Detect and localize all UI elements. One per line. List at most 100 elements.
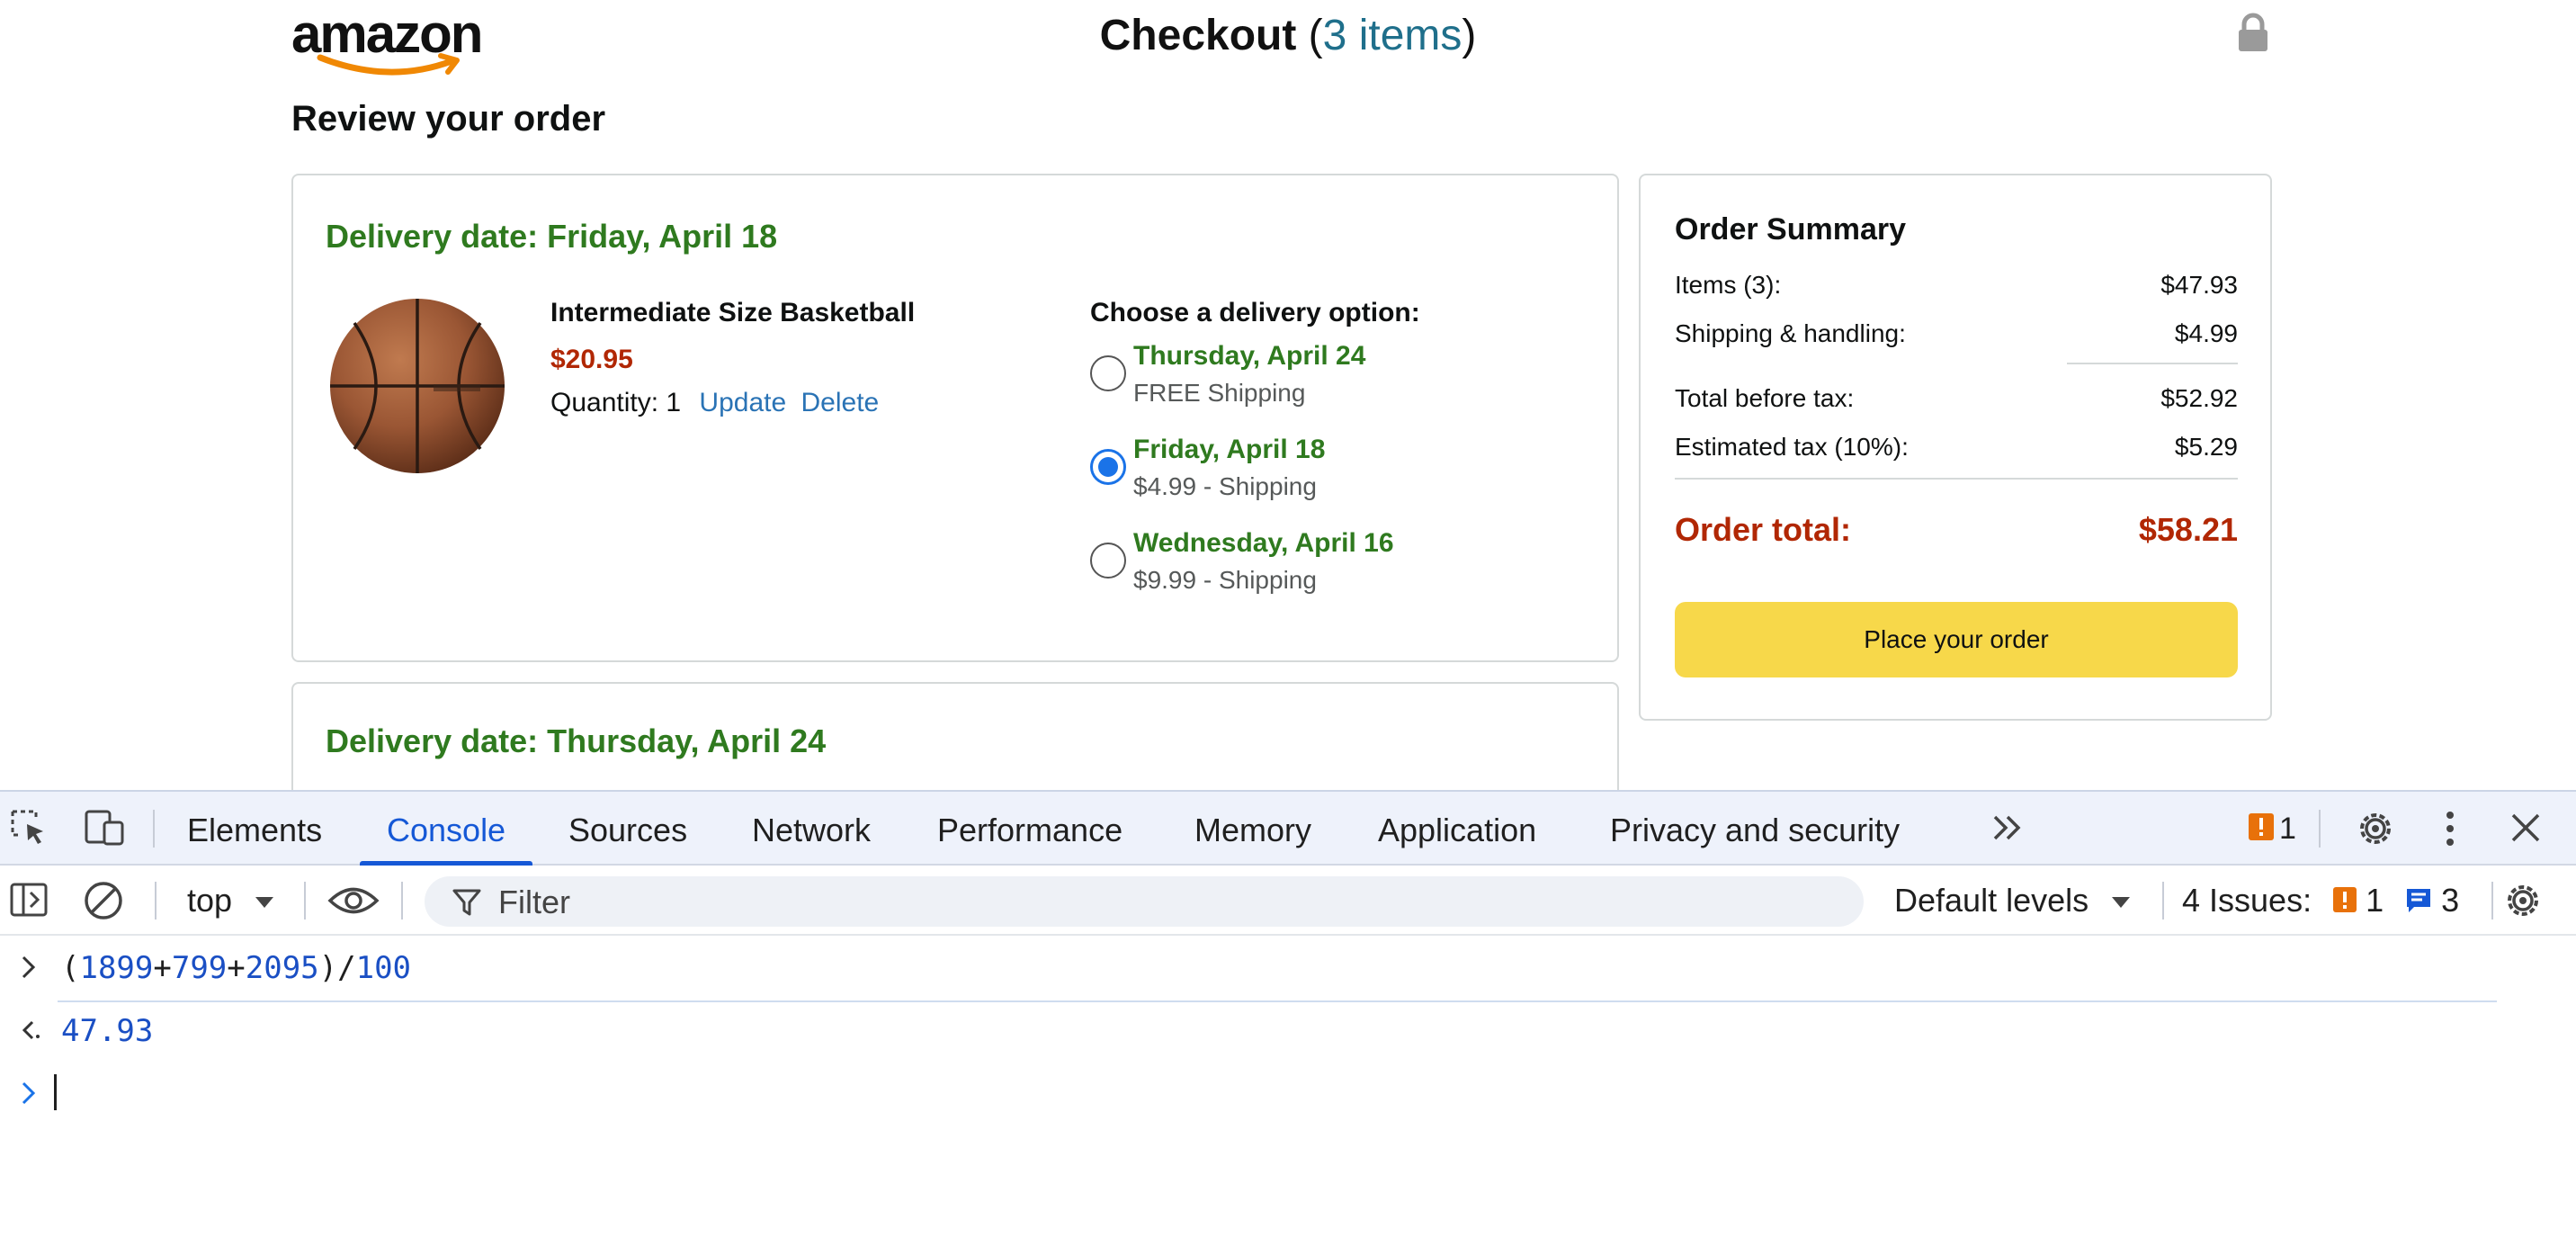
log-levels-dropdown[interactable]: Default levels xyxy=(1894,880,2132,921)
summary-shipping-label: Shipping & handling: xyxy=(1675,319,1906,347)
order-summary: Order Summary Items (3): $47.93 Shipping… xyxy=(1639,174,2272,721)
order-total-value: $58.21 xyxy=(2138,511,2238,548)
text-cursor xyxy=(54,1074,57,1110)
product-name: Intermediate Size Basketball xyxy=(550,298,916,327)
delivery-date-heading: Delivery date: Friday, April 18 xyxy=(326,218,778,255)
delivery-option-shipping: $9.99 - Shipping xyxy=(1133,566,1317,594)
console-filter-input[interactable]: Filter xyxy=(425,876,1864,927)
delivery-option-radio-selected[interactable] xyxy=(1090,449,1126,485)
tab-memory[interactable]: Memory xyxy=(1194,792,1311,866)
tab-network[interactable]: Network xyxy=(752,792,871,866)
checkout-page: amazon Checkout (3 items) Review your or… xyxy=(0,0,2576,790)
prompt-chevron-icon xyxy=(22,1081,36,1105)
delivery-option-radio[interactable] xyxy=(1090,355,1126,391)
checkout-title-close-paren: ) xyxy=(1462,12,1477,59)
delivery-option[interactable]: Thursday, April 24 FREE Shipping xyxy=(1090,337,1594,431)
checkout-title-open-paren: ( xyxy=(1308,12,1323,59)
delivery-date-heading: Delivery date: Thursday, April 24 xyxy=(326,722,827,759)
summary-before-tax-row: Total before tax: $52.92 xyxy=(1675,381,2238,417)
product-price: $20.95 xyxy=(550,345,633,374)
tab-privacy-security[interactable]: Privacy and security xyxy=(1610,792,1900,866)
toolbar-separator xyxy=(2491,882,2493,920)
filter-funnel-icon xyxy=(452,889,481,916)
delivery-options-title: Choose a delivery option: xyxy=(1090,298,1420,327)
checkout-title-prefix: Checkout xyxy=(1099,12,1309,59)
console-output-area[interactable]: (1899+799+2095)/100 47.93 xyxy=(0,936,2576,1247)
items-count-link[interactable]: 3 items xyxy=(1323,12,1462,59)
expr-token: 799 xyxy=(171,950,228,986)
expr-token: 1899 xyxy=(79,950,154,986)
console-toolbar: top Filter Default levels 4 Issues: 1 3 xyxy=(0,866,2576,936)
quantity-label: Quantity: 1 xyxy=(550,388,682,417)
summary-shipping-value: $4.99 xyxy=(2174,319,2238,347)
input-chevron-icon xyxy=(22,955,36,979)
tabbar-separator xyxy=(153,810,155,848)
order-total-row: Order total: $58.21 xyxy=(1675,508,2238,552)
shipment-card: Delivery date: Thursday, April 24 xyxy=(291,682,1619,790)
more-tabs-chevron-icon[interactable] xyxy=(1990,812,2026,844)
delivery-option-shipping: $4.99 - Shipping xyxy=(1133,472,1317,500)
expr-token: )/ xyxy=(318,950,356,986)
issues-label: 4 Issues: xyxy=(2182,882,2312,919)
summary-divider xyxy=(1675,478,2238,480)
update-quantity-link[interactable]: Update xyxy=(699,388,786,417)
delivery-option-radio[interactable] xyxy=(1090,543,1126,579)
delivery-option[interactable]: Friday, April 18 $4.99 - Shipping xyxy=(1090,431,1594,525)
expr-token: 2095 xyxy=(245,950,319,986)
expr-token: 100 xyxy=(355,950,412,986)
basketball-product-image[interactable] xyxy=(327,296,507,476)
toolbar-separator xyxy=(2162,882,2164,920)
error-count: 1 xyxy=(2279,812,2296,846)
close-devtools-icon[interactable] xyxy=(2509,812,2542,844)
tabbar-separator xyxy=(2319,810,2321,848)
console-prompt-line[interactable] xyxy=(0,1062,2576,1125)
tab-sources[interactable]: Sources xyxy=(568,792,687,866)
console-expression: (1899+799+2095)/100 xyxy=(61,948,411,988)
delivery-options: Choose a delivery option: Thursday, Apri… xyxy=(1090,294,1594,618)
log-levels-value: Default levels xyxy=(1894,882,2089,919)
review-order-heading: Review your order xyxy=(291,99,606,139)
issue-error-icon xyxy=(2333,887,2357,912)
place-order-button[interactable]: Place your order xyxy=(1675,602,2238,677)
console-output-line: 47.93 xyxy=(0,999,2576,1062)
error-icon xyxy=(2249,813,2274,840)
devtools-tabbar: Elements Console Sources Network Perform… xyxy=(0,792,2576,866)
summary-items-row: Items (3): $47.93 xyxy=(1675,267,2238,303)
delivery-option-shipping: FREE Shipping xyxy=(1133,379,1306,407)
issues-counter[interactable]: 4 Issues: 1 3 xyxy=(2182,880,2459,921)
delivery-option[interactable]: Wednesday, April 16 $9.99 - Shipping xyxy=(1090,525,1594,618)
sidebar-toggle-icon[interactable] xyxy=(9,880,49,920)
output-return-icon xyxy=(22,1020,40,1040)
summary-items-value: $47.93 xyxy=(2160,271,2238,299)
summary-before-tax-value: $52.92 xyxy=(2160,384,2238,412)
summary-tax-label: Estimated tax (10%): xyxy=(1675,433,1909,461)
summary-shipping-row: Shipping & handling: $4.99 xyxy=(1675,316,2238,352)
delivery-option-date: Friday, April 18 xyxy=(1133,435,1326,464)
order-summary-title: Order Summary xyxy=(1675,212,1906,247)
chevron-down-icon xyxy=(2112,897,2131,909)
inspect-element-icon[interactable] xyxy=(9,808,49,848)
tab-console[interactable]: Console xyxy=(359,792,533,866)
context-selector[interactable]: top xyxy=(187,880,275,921)
filter-placeholder: Filter xyxy=(498,884,570,920)
delete-item-link[interactable]: Delete xyxy=(801,388,880,417)
more-options-icon[interactable] xyxy=(2441,810,2459,848)
device-toolbar-icon[interactable] xyxy=(83,808,128,848)
tab-elements[interactable]: Elements xyxy=(187,792,322,866)
issues-error-count: 1 xyxy=(2366,882,2384,919)
toolbar-separator xyxy=(304,882,306,920)
expr-token: + xyxy=(153,950,172,986)
console-input-line: (1899+799+2095)/100 xyxy=(0,936,2576,1002)
delivery-option-date: Thursday, April 24 xyxy=(1133,341,1366,371)
console-settings-gear-icon[interactable] xyxy=(2502,880,2544,921)
clear-console-icon[interactable] xyxy=(83,880,124,921)
live-expression-eye-icon[interactable] xyxy=(327,884,380,918)
console-result-value: 47.93 xyxy=(61,1013,154,1049)
quantity-row: Quantity: 1 Update Delete xyxy=(550,384,1018,422)
chevron-down-icon xyxy=(255,897,274,909)
tab-performance[interactable]: Performance xyxy=(937,792,1123,866)
tab-application[interactable]: Application xyxy=(1378,792,1536,866)
settings-gear-icon[interactable] xyxy=(2355,808,2396,849)
order-total-label: Order total: xyxy=(1675,511,1852,548)
toolbar-separator xyxy=(401,882,403,920)
